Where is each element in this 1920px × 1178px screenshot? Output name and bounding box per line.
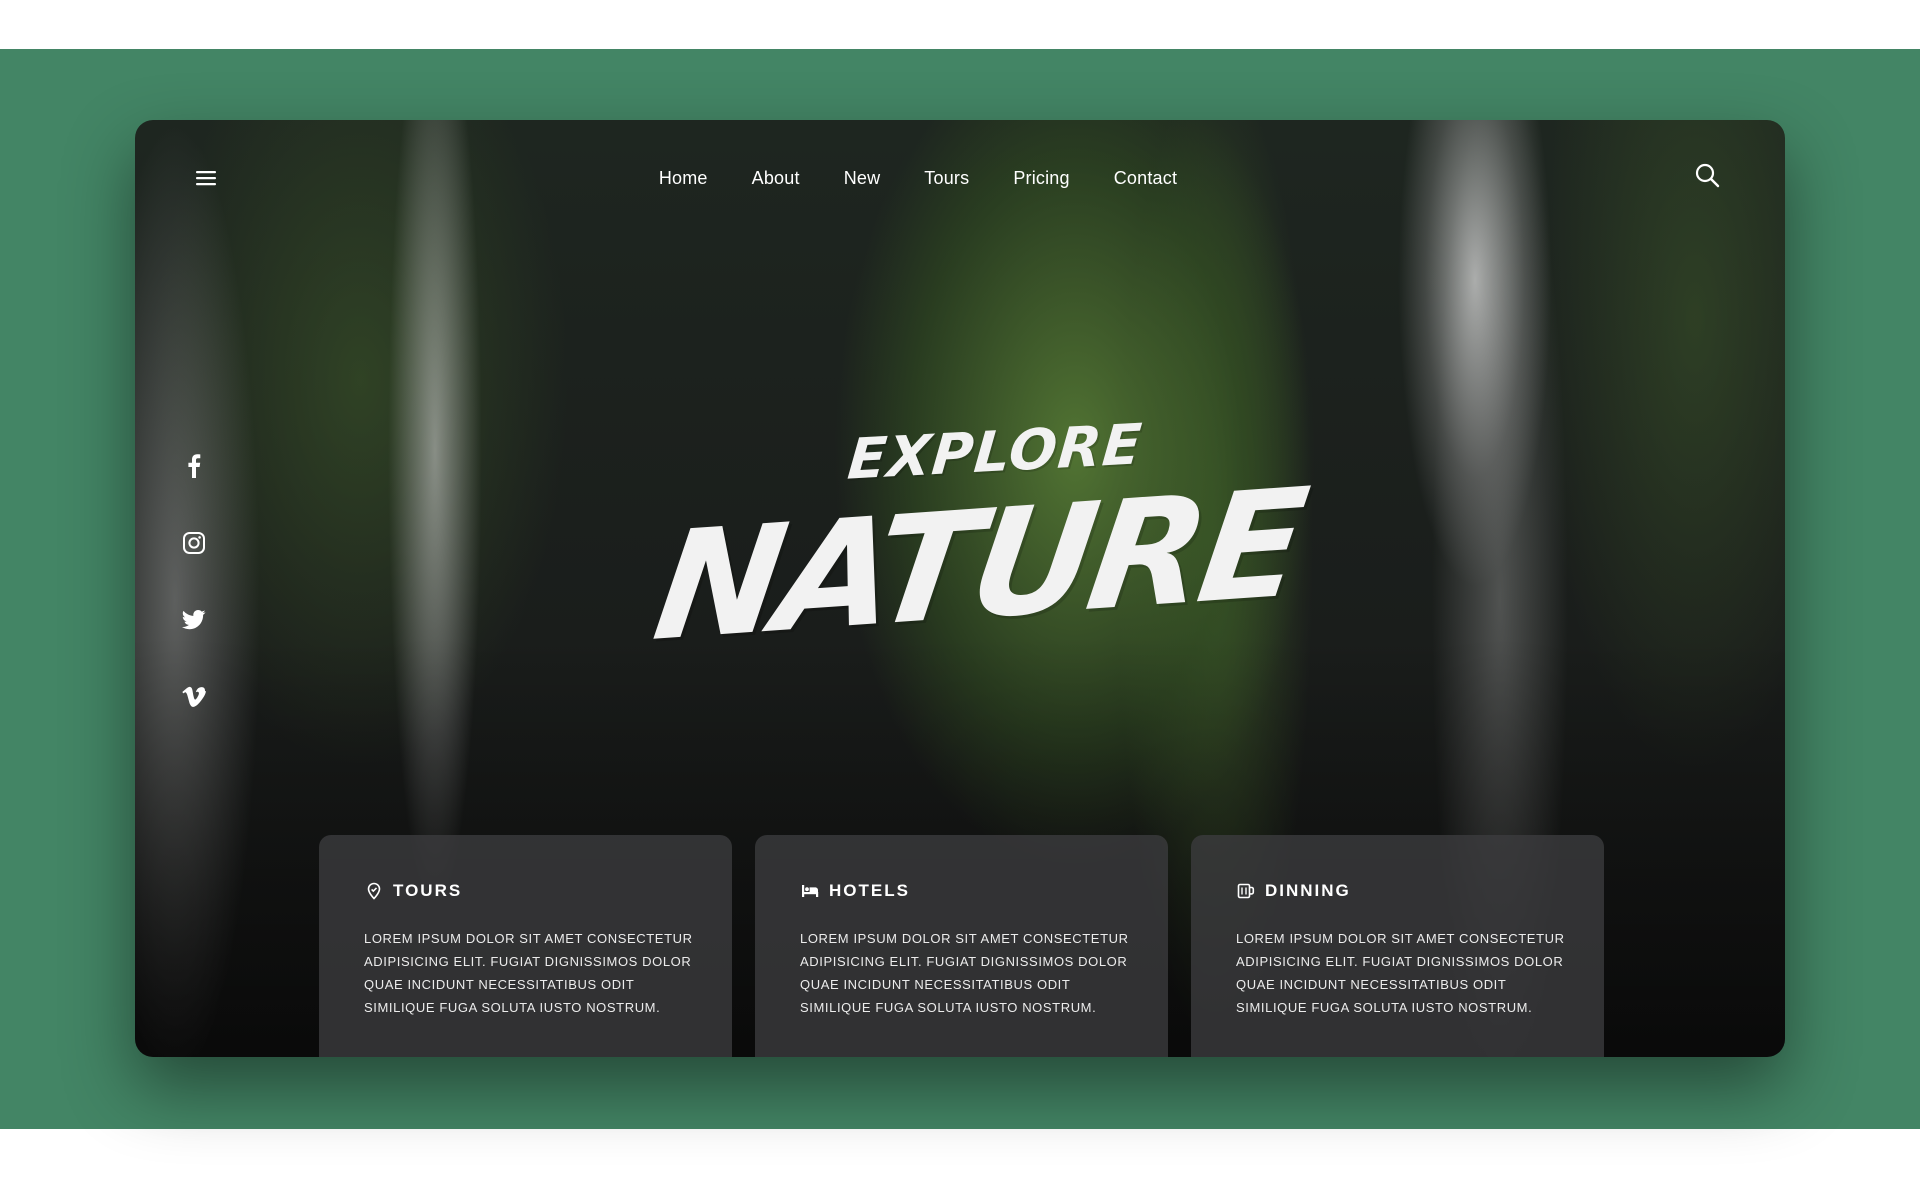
nav-item-about[interactable]: About: [752, 162, 800, 194]
mug-icon: [1236, 881, 1256, 901]
card-title: HOTELS: [829, 881, 910, 900]
card-hotels[interactable]: HOTELS LOREM IPSUM DOLOR SIT AMET CONSEC…: [755, 835, 1168, 1057]
search-icon[interactable]: [1690, 158, 1724, 192]
hero-title: EXPLORE NATURE: [135, 412, 1785, 674]
nav-item-tours[interactable]: Tours: [924, 162, 969, 194]
card-tours[interactable]: TOURS LOREM IPSUM DOLOR SIT AMET CONSECT…: [319, 835, 732, 1057]
card-text: LOREM IPSUM DOLOR SIT AMET CONSECTETUR A…: [364, 931, 693, 1015]
location-pin-icon: [364, 881, 384, 901]
nav-item-home[interactable]: Home: [659, 162, 708, 194]
nav-item-new[interactable]: New: [844, 162, 881, 194]
nav-item-contact[interactable]: Contact: [1114, 162, 1177, 194]
feature-cards: TOURS LOREM IPSUM DOLOR SIT AMET CONSECT…: [319, 835, 1604, 1057]
bed-icon: [800, 881, 820, 901]
card-title: DINNING: [1265, 881, 1351, 900]
card-text: LOREM IPSUM DOLOR SIT AMET CONSECTETUR A…: [800, 931, 1129, 1015]
card-dinning[interactable]: DINNING LOREM IPSUM DOLOR SIT AMET CONSE…: [1191, 835, 1604, 1057]
card-text: LOREM IPSUM DOLOR SIT AMET CONSECTETUR A…: [1236, 931, 1565, 1015]
hero-section: Home About New Tours Pricing Contact EXP…: [135, 120, 1785, 1057]
nav-item-pricing[interactable]: Pricing: [1013, 162, 1069, 194]
card-title: TOURS: [393, 881, 463, 900]
main-nav: Home About New Tours Pricing Contact: [135, 162, 1785, 194]
